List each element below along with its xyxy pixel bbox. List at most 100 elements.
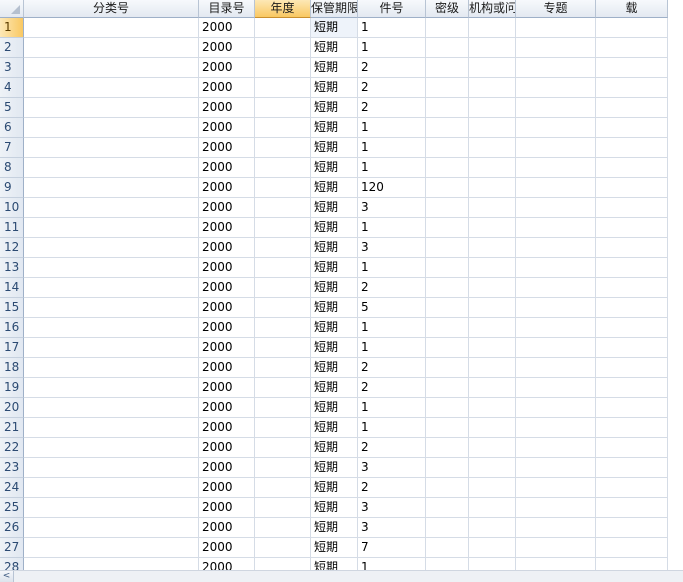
grid-cell[interactable] (426, 498, 469, 518)
row-number[interactable]: 4 (0, 78, 24, 98)
grid-cell[interactable] (426, 238, 469, 258)
grid-cell[interactable]: 2000 (199, 398, 255, 418)
grid-cell[interactable]: 2000 (199, 198, 255, 218)
grid-cell[interactable] (24, 458, 199, 478)
grid-cell[interactable] (255, 118, 311, 138)
grid-cell[interactable]: 短期 (311, 458, 358, 478)
grid-cell[interactable]: 5 (358, 298, 426, 318)
grid-cell[interactable]: 短期 (311, 318, 358, 338)
grid-cell[interactable] (24, 118, 199, 138)
grid-cell[interactable] (596, 218, 668, 238)
grid-cell[interactable]: 2000 (199, 498, 255, 518)
grid-cell[interactable]: 2000 (199, 278, 255, 298)
grid-cell[interactable] (426, 58, 469, 78)
grid-cell[interactable] (596, 238, 668, 258)
grid-cell[interactable] (469, 38, 516, 58)
grid-cell[interactable] (596, 58, 668, 78)
grid-cell[interactable] (255, 218, 311, 238)
grid-cell[interactable] (596, 418, 668, 438)
grid-cell[interactable]: 2 (358, 78, 426, 98)
grid-cell[interactable] (426, 38, 469, 58)
grid-cell[interactable]: 短期 (311, 198, 358, 218)
grid-cell[interactable] (255, 318, 311, 338)
grid-cell[interactable] (426, 338, 469, 358)
grid-cell[interactable] (516, 418, 596, 438)
grid-cell[interactable] (516, 478, 596, 498)
grid-cell[interactable] (255, 518, 311, 538)
row-number[interactable]: 22 (0, 438, 24, 458)
grid-cell[interactable] (24, 98, 199, 118)
grid-cell[interactable] (24, 158, 199, 178)
grid-cell[interactable]: 2000 (199, 378, 255, 398)
grid-cell[interactable] (426, 358, 469, 378)
row-number[interactable]: 3 (0, 58, 24, 78)
row-number[interactable]: 21 (0, 418, 24, 438)
grid-cell[interactable] (426, 378, 469, 398)
row-number[interactable]: 23 (0, 458, 24, 478)
grid-cell[interactable] (516, 458, 596, 478)
grid-cell[interactable] (469, 138, 516, 158)
grid-cell[interactable] (426, 158, 469, 178)
grid-cell[interactable] (426, 218, 469, 238)
grid-cell[interactable] (469, 338, 516, 358)
grid-cell[interactable] (255, 138, 311, 158)
grid-cell[interactable] (596, 18, 668, 38)
grid-cell[interactable]: 2000 (199, 358, 255, 378)
grid-cell[interactable] (516, 398, 596, 418)
grid-cell[interactable] (469, 538, 516, 558)
grid-cell[interactable] (24, 318, 199, 338)
grid-cell[interactable] (469, 318, 516, 338)
grid-cell[interactable] (469, 178, 516, 198)
grid-cell[interactable] (24, 378, 199, 398)
grid-cell[interactable] (255, 298, 311, 318)
grid-cell[interactable] (516, 338, 596, 358)
grid-cell[interactable]: 3 (358, 458, 426, 478)
grid-cell[interactable] (469, 198, 516, 218)
grid-cell[interactable] (426, 558, 469, 570)
grid-cell[interactable]: 短期 (311, 118, 358, 138)
grid-cell[interactable]: 短期 (311, 538, 358, 558)
grid-cell[interactable]: 2000 (199, 98, 255, 118)
row-number[interactable]: 26 (0, 518, 24, 538)
grid-cell[interactable] (255, 398, 311, 418)
grid-cell[interactable] (596, 98, 668, 118)
grid-cell[interactable] (24, 498, 199, 518)
grid-cell[interactable] (596, 458, 668, 478)
grid-cell[interactable]: 2000 (199, 178, 255, 198)
grid-cell[interactable] (24, 518, 199, 538)
grid-cell[interactable] (255, 58, 311, 78)
row-number[interactable]: 6 (0, 118, 24, 138)
grid-cell[interactable]: 短期 (311, 38, 358, 58)
grid-cell[interactable] (516, 358, 596, 378)
grid-cell[interactable] (596, 398, 668, 418)
grid-cell[interactable]: 短期 (311, 138, 358, 158)
grid-cell[interactable] (596, 258, 668, 278)
row-number[interactable]: 24 (0, 478, 24, 498)
grid-cell[interactable] (596, 78, 668, 98)
grid-cell[interactable] (426, 458, 469, 478)
column-header[interactable]: 保管期限 (311, 0, 358, 18)
row-number[interactable]: 10 (0, 198, 24, 218)
grid-cell[interactable] (516, 98, 596, 118)
grid-cell[interactable] (24, 138, 199, 158)
grid-cell[interactable]: 1 (358, 38, 426, 58)
grid-cell[interactable]: 2 (358, 478, 426, 498)
grid-cell[interactable]: 3 (358, 518, 426, 538)
grid-cell[interactable] (255, 238, 311, 258)
grid-cell[interactable]: 短期 (311, 498, 358, 518)
grid-cell[interactable] (24, 478, 199, 498)
grid-cell[interactable]: 2000 (199, 518, 255, 538)
grid-cell[interactable] (596, 538, 668, 558)
grid-cell[interactable] (516, 178, 596, 198)
grid-cell[interactable]: 2000 (199, 298, 255, 318)
row-number[interactable]: 20 (0, 398, 24, 418)
grid-cell[interactable] (426, 98, 469, 118)
grid-cell[interactable] (24, 538, 199, 558)
grid-cell[interactable] (469, 498, 516, 518)
grid-cell[interactable] (516, 118, 596, 138)
row-number[interactable]: 7 (0, 138, 24, 158)
grid-cell[interactable] (469, 438, 516, 458)
grid-cell[interactable] (596, 558, 668, 570)
grid-cell[interactable]: 短期 (311, 258, 358, 278)
grid-cell[interactable]: 短期 (311, 78, 358, 98)
